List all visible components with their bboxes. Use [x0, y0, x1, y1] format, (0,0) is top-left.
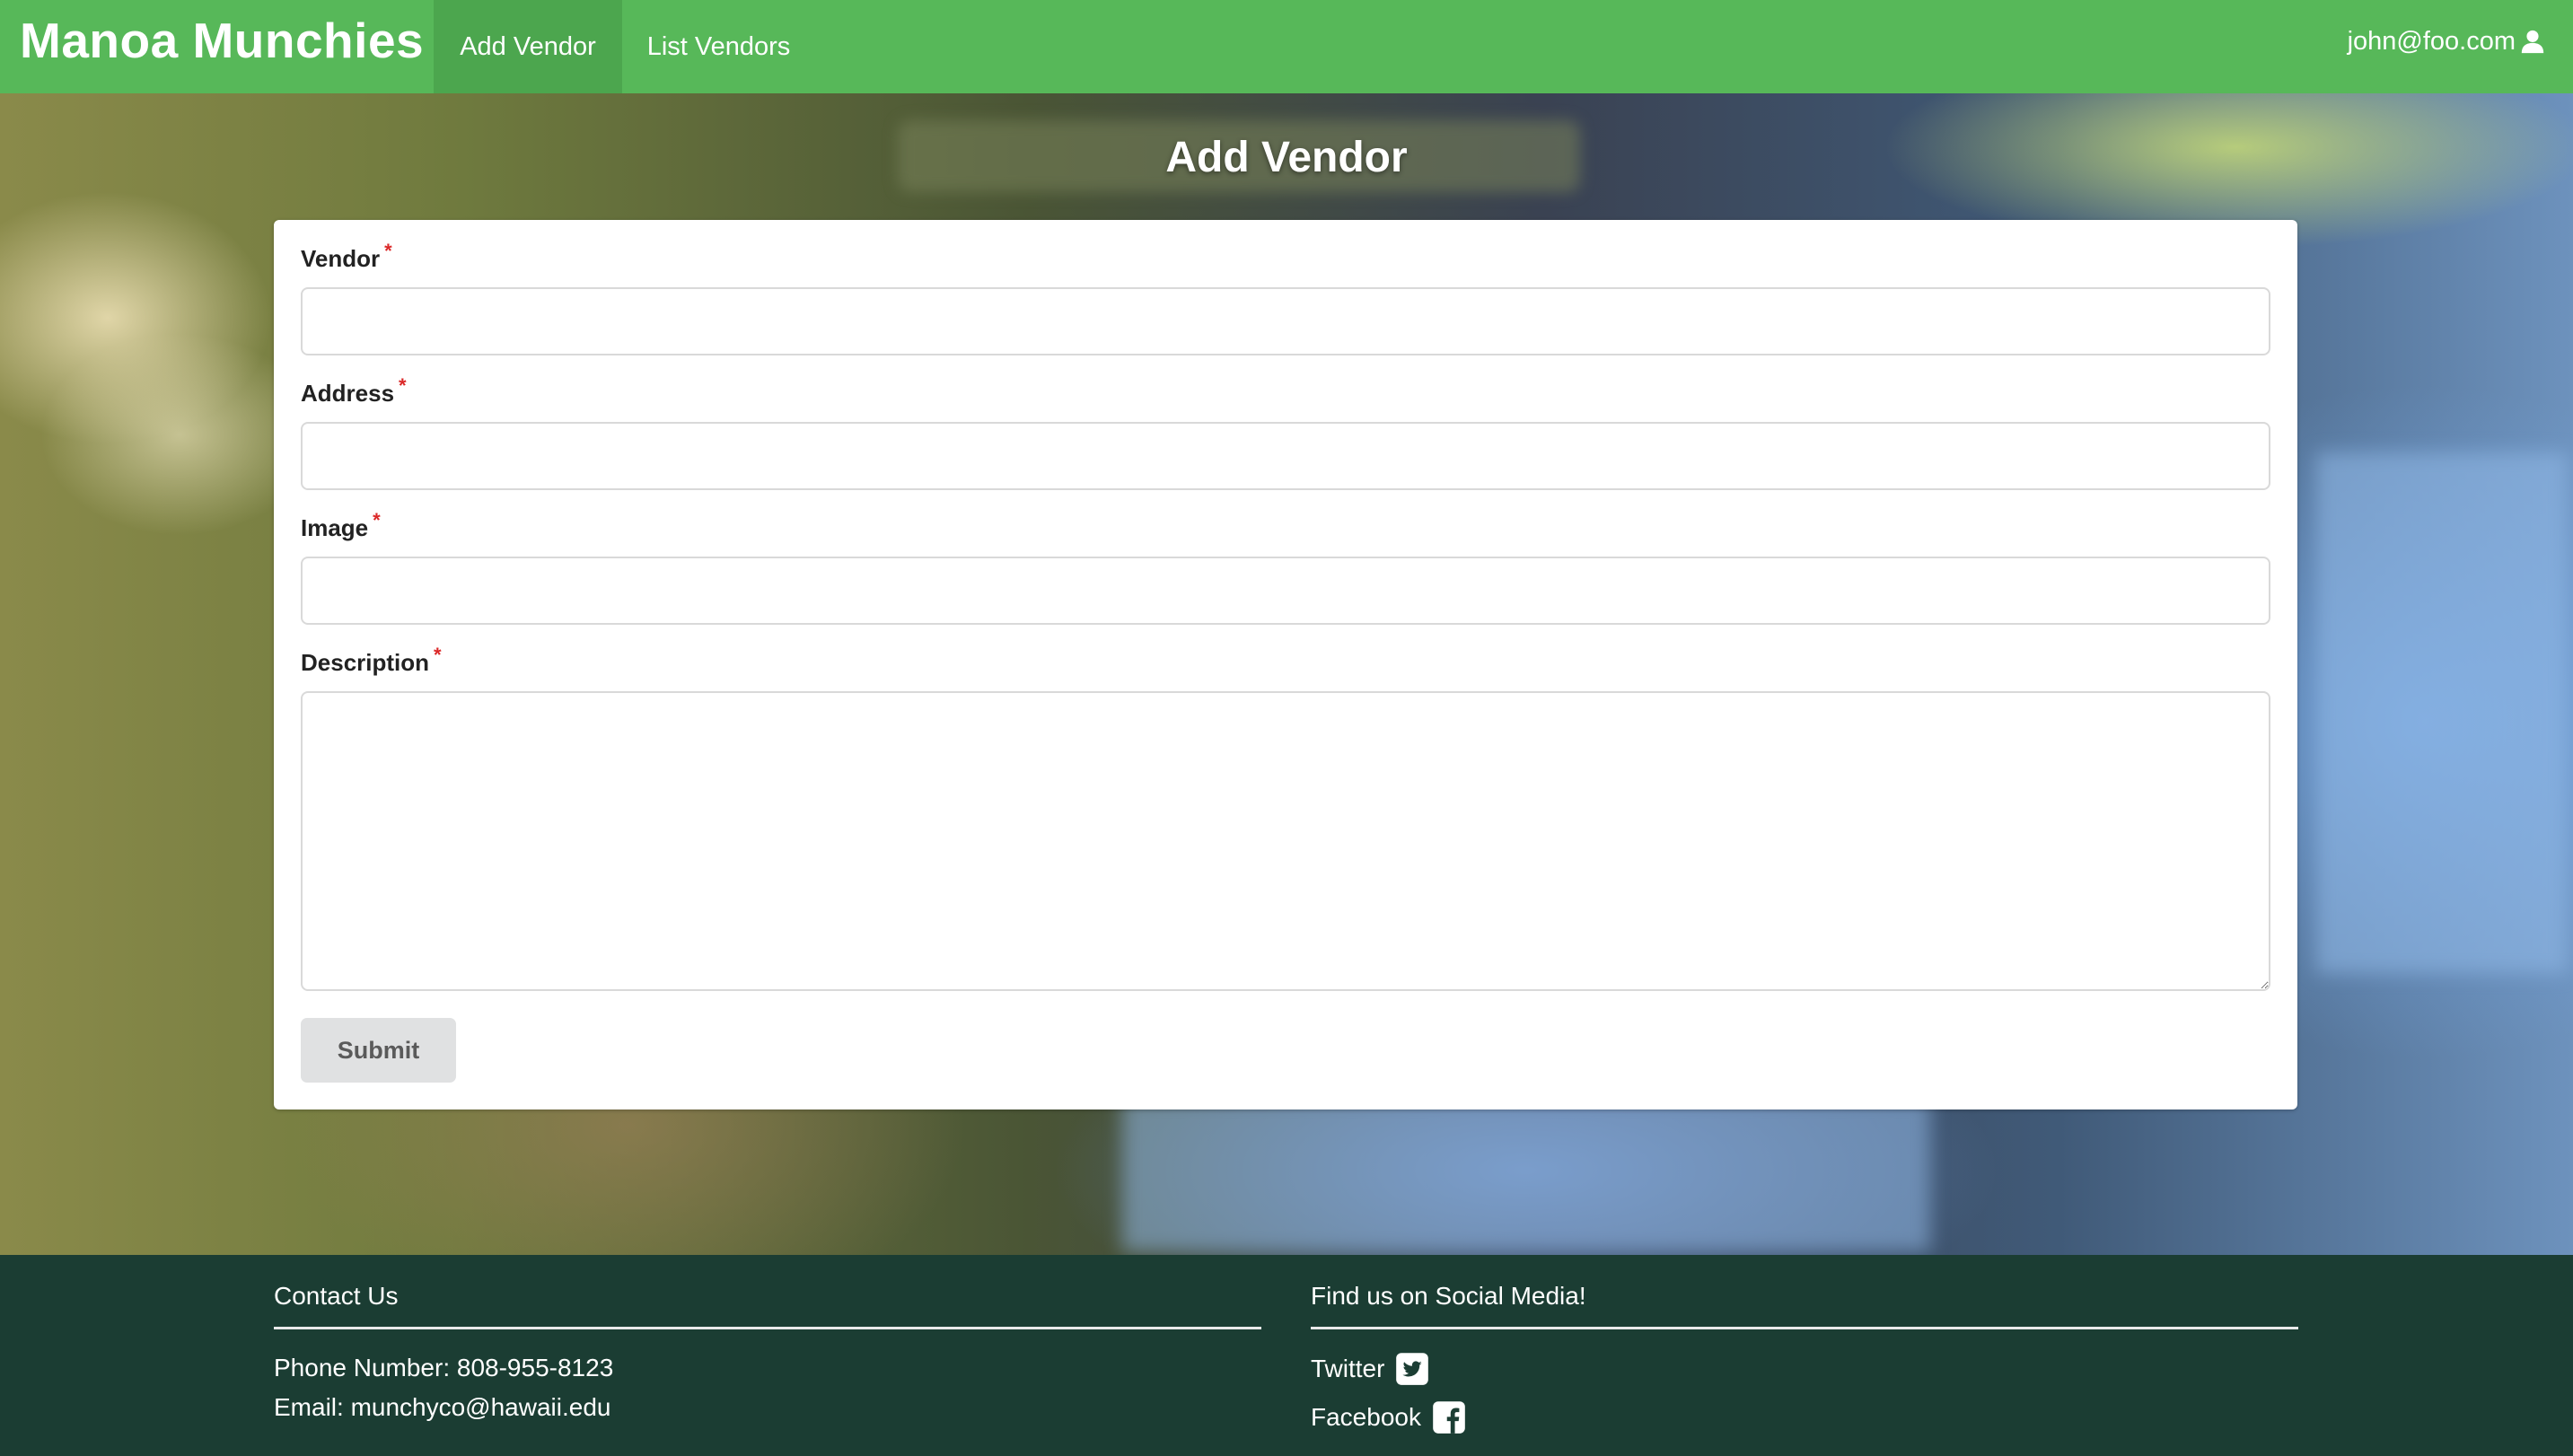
image-label-text: Image [301, 514, 369, 541]
divider [274, 1327, 1261, 1329]
add-vendor-form: Vendor * Address * Image * Description * Sub… [274, 220, 2297, 1110]
address-label-text: Address [301, 380, 395, 407]
background-window [2316, 452, 2568, 973]
contact-email: Email: munchyco@hawaii.edu [274, 1393, 611, 1421]
required-mark: * [434, 644, 442, 666]
submit-button[interactable]: Submit [301, 1018, 456, 1083]
top-navbar: Manoa Munchies Add Vendor List Vendors j… [0, 0, 2573, 93]
facebook-link[interactable]: Facebook [1311, 1400, 1466, 1434]
required-mark: * [399, 374, 407, 397]
vendor-label: Vendor * [301, 240, 392, 273]
footer: Contact Us Phone Number: 808-955-8123 Em… [0, 1255, 2573, 1456]
address-input[interactable] [301, 422, 2270, 490]
required-mark: * [384, 240, 392, 262]
description-textarea[interactable] [301, 691, 2270, 991]
description-label: Description * [301, 644, 442, 677]
user-icon [2521, 30, 2544, 54]
page-title: Add Vendor [1165, 134, 1408, 181]
description-label-text: Description [301, 649, 430, 676]
twitter-square-icon [1396, 1353, 1429, 1385]
user-email: john@foo.com [2347, 26, 2516, 56]
facebook-label: Facebook [1311, 1403, 1421, 1431]
vendor-label-text: Vendor [301, 245, 381, 272]
twitter-label: Twitter [1311, 1355, 1385, 1382]
contact-heading: Contact Us [274, 1282, 399, 1310]
twitter-link[interactable]: Twitter [1311, 1352, 1429, 1386]
brand-logo[interactable]: Manoa Munchies [20, 9, 424, 72]
background-window [1122, 1099, 1930, 1251]
contact-phone: Phone Number: 808-955-8123 [274, 1354, 614, 1381]
user-menu[interactable]: john@foo.com [2348, 0, 2546, 83]
facebook-square-icon [1433, 1401, 1465, 1434]
required-mark: * [373, 509, 381, 531]
image-label: Image * [301, 509, 381, 542]
vendor-input[interactable] [301, 287, 2270, 355]
nav-list-vendors[interactable]: List Vendors [622, 0, 815, 93]
address-label: Address * [301, 374, 407, 408]
image-input[interactable] [301, 557, 2270, 625]
nav-add-vendor[interactable]: Add Vendor [434, 0, 622, 93]
divider [1311, 1327, 2298, 1329]
social-heading: Find us on Social Media! [1311, 1282, 1586, 1310]
